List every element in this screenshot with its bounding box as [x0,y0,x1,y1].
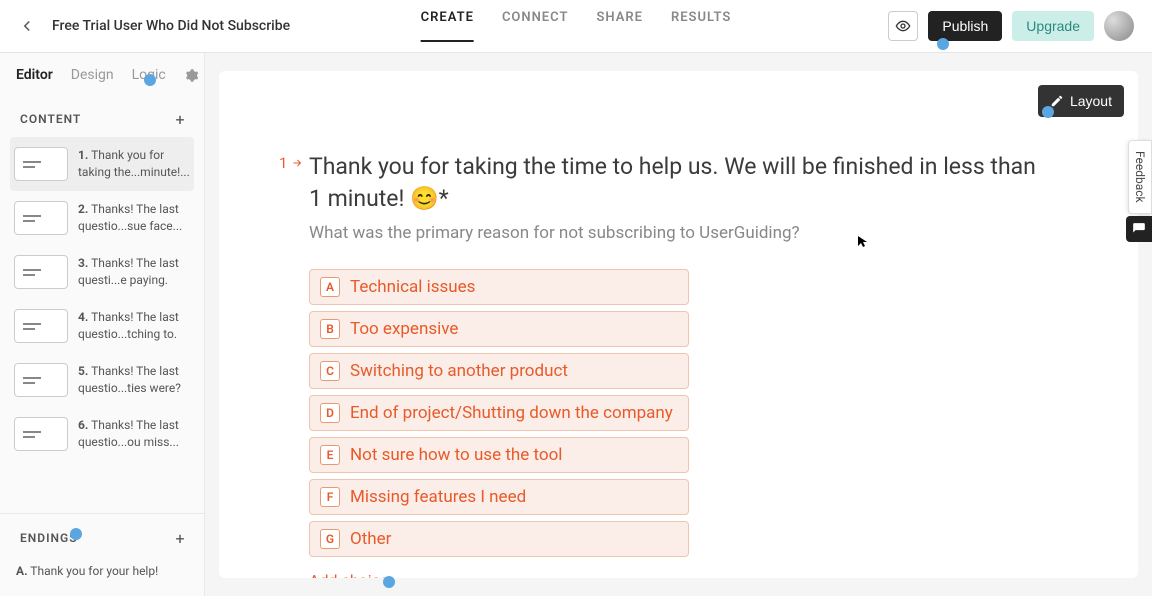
endings-list: A. Thank you for your help! [0,556,204,596]
choice-c[interactable]: C Switching to another product [309,353,689,389]
item-thumb-icon [14,201,68,235]
topbar: Free Trial User Who Did Not Subscribe CR… [0,0,1152,53]
layout-label: Layout [1070,93,1112,109]
preview-button[interactable] [888,11,918,41]
choices: A Technical issues B Too expensive C Switch… [309,269,689,557]
add-choice-link[interactable]: Add choice [309,571,389,578]
question-title[interactable]: Thank you for taking the time to help us… [309,151,1048,215]
main-nav: CREATE CONNECT SHARE RESULTS [421,10,732,42]
nav-create[interactable]: CREATE [421,10,474,42]
add-ending-button[interactable]: + [170,528,190,548]
choice-g[interactable]: G Other [309,521,689,557]
avatar[interactable] [1104,11,1134,41]
choice-d[interactable]: D End of project/Shutting down the compan… [309,395,689,431]
topbar-right: Publish Upgrade [888,11,1134,41]
item-text: 1. Thank you for taking the...minute!... [78,147,190,181]
endings-header: ENDINGS + [0,513,204,556]
choice-key: G [320,529,340,549]
choice-b[interactable]: B Too expensive [309,311,689,347]
item-text: 4. Thanks! The last questio...tching to. [78,309,190,343]
hint-pulse[interactable] [144,74,156,86]
choice-key: C [320,361,340,381]
nav-share[interactable]: SHARE [596,10,643,42]
choice-label: Too expensive [350,319,458,339]
main-layout: Editor Design Logic CONTENT + 1. Thank y… [0,53,1152,596]
item-thumb-icon [14,255,68,289]
item-text: 2. Thanks! The last questio...sue face..… [78,201,190,235]
pencil-icon [1050,94,1064,108]
content-items: 1. Thank you for taking the...minute!...… [0,137,204,513]
upgrade-button[interactable]: Upgrade [1012,11,1094,41]
choice-key: B [320,319,340,339]
choice-label: Not sure how to use the tool [350,445,562,465]
choice-key: F [320,487,340,507]
form-title[interactable]: Free Trial User Who Did Not Subscribe [52,18,290,34]
nav-results[interactable]: RESULTS [671,10,731,42]
nav-connect[interactable]: CONNECT [502,10,569,42]
choice-label: Technical issues [350,277,475,297]
content-item-5[interactable]: 5. Thanks! The last questio...ties were? [10,353,194,407]
choice-label: Other [350,529,391,549]
choice-e[interactable]: E Not sure how to use the tool [309,437,689,473]
endings-label: ENDINGS [20,531,78,545]
choice-f[interactable]: F Missing features I need [309,479,689,515]
item-thumb-icon [14,309,68,343]
add-content-button[interactable]: + [170,109,190,129]
content-label: CONTENT [20,112,81,126]
item-thumb-icon [14,417,68,451]
canvas: Layout 1 Thank you for taking the time t… [219,71,1138,578]
sidebar: Editor Design Logic CONTENT + 1. Thank y… [0,53,205,596]
choice-label: Switching to another product [350,361,568,381]
choice-label: Missing features I need [350,487,526,507]
item-thumb-icon [14,363,68,397]
tab-editor[interactable]: Editor [16,67,53,83]
content-item-4[interactable]: 4. Thanks! The last questio...tching to. [10,299,194,353]
hint-pulse[interactable] [937,38,949,50]
choice-label: End of project/Shutting down the company [350,403,673,423]
canvas-wrap: Layout 1 Thank you for taking the time t… [205,53,1152,596]
hint-pulse[interactable] [383,576,395,588]
choice-key: D [320,403,340,423]
item-text: 3. Thanks! The last questi...e paying. [78,255,190,289]
back-button[interactable] [18,17,36,35]
choice-key: A [320,277,340,297]
arrow-right-icon [291,157,303,169]
feedback-icon[interactable] [1126,216,1152,242]
content-item-2[interactable]: 2. Thanks! The last questio...sue face..… [10,191,194,245]
tab-design[interactable]: Design [71,67,114,83]
content-item-1[interactable]: 1. Thank you for taking the...minute!... [10,137,194,191]
ending-item[interactable]: A. Thank you for your help! [10,556,194,586]
item-text: 5. Thanks! The last questio...ties were? [78,363,190,397]
hint-pulse[interactable] [1042,106,1054,118]
choice-key: E [320,445,340,465]
question-description[interactable]: What was the primary reason for not subs… [309,223,1048,243]
item-text: 6. Thanks! The last questio...ou miss... [78,417,190,451]
content-item-6[interactable]: 6. Thanks! The last questio...ou miss... [10,407,194,461]
content-item-3[interactable]: 3. Thanks! The last questi...e paying. [10,245,194,299]
sidebar-tabs: Editor Design Logic [0,53,204,93]
item-thumb-icon [14,147,68,181]
hint-pulse[interactable] [70,528,82,540]
publish-button[interactable]: Publish [928,11,1002,41]
feedback-tab[interactable]: Feedback [1128,140,1152,214]
choice-a[interactable]: A Technical issues [309,269,689,305]
question-number: 1 [279,154,303,172]
content-header: CONTENT + [0,93,204,137]
gear-icon[interactable] [184,68,199,83]
